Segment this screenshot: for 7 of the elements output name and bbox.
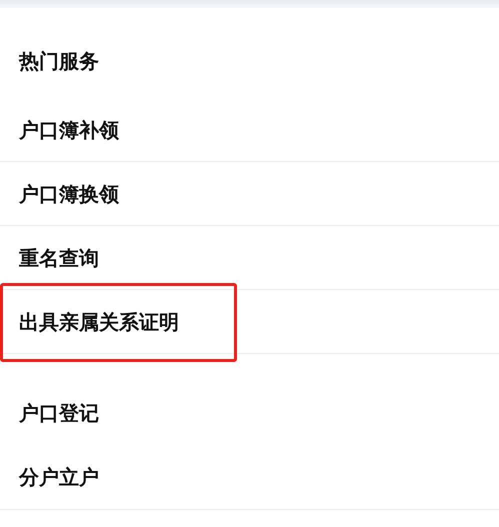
- service-item[interactable]: 户口簿补领: [19, 116, 119, 142]
- service-item[interactable]: 重名查询: [19, 244, 99, 270]
- service-item[interactable]: 户口簿换领: [19, 180, 119, 206]
- service-item[interactable]: 户口登记: [19, 400, 99, 426]
- service-item[interactable]: 出具亲属关系证明: [19, 308, 179, 334]
- service-item[interactable]: 分户立户: [19, 464, 99, 490]
- section-title: 热门服务: [19, 48, 99, 74]
